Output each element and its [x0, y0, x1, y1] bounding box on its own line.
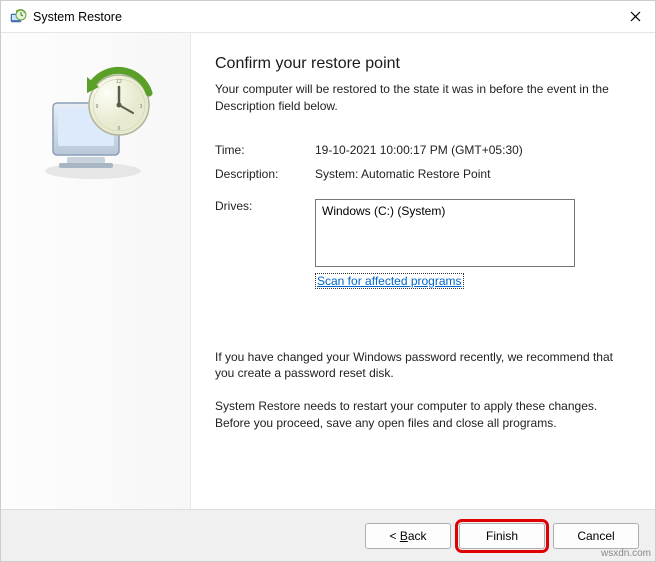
- time-label: Time:: [215, 143, 315, 157]
- drives-label: Drives:: [215, 199, 315, 267]
- cancel-button[interactable]: Cancel: [553, 523, 639, 549]
- svg-text:3: 3: [139, 104, 142, 110]
- time-value: 19-10-2021 10:00:17 PM (GMT+05:30): [315, 143, 523, 157]
- page-subtext: Your computer will be restored to the st…: [215, 81, 631, 115]
- description-row: Description: System: Automatic Restore P…: [215, 167, 631, 181]
- back-button[interactable]: < Back: [365, 523, 451, 549]
- finish-button[interactable]: Finish: [459, 523, 545, 549]
- titlebar: System Restore: [1, 1, 655, 33]
- svg-text:12: 12: [116, 79, 122, 85]
- watermark: wsxdn.com: [601, 548, 651, 559]
- password-note: If you have changed your Windows passwor…: [215, 349, 631, 383]
- time-row: Time: 19-10-2021 10:00:17 PM (GMT+05:30): [215, 143, 631, 157]
- restart-note: System Restore needs to restart your com…: [215, 398, 631, 432]
- system-restore-icon: [9, 8, 27, 26]
- content-area: 12 3 6 9 Confirm your restore point Your c…: [1, 33, 655, 509]
- page-heading: Confirm your restore point: [215, 55, 631, 73]
- drive-item[interactable]: Windows (C:) (System): [322, 204, 568, 218]
- scan-affected-programs-link[interactable]: Scan for affected programs: [315, 273, 464, 289]
- button-bar: < Back Finish Cancel: [1, 509, 655, 561]
- system-restore-hero-icon: 12 3 6 9: [31, 63, 161, 183]
- drives-listbox[interactable]: Windows (C:) (System): [315, 199, 575, 267]
- drives-row: Drives: Windows (C:) (System): [215, 199, 631, 267]
- svg-text:9: 9: [95, 104, 98, 110]
- description-value: System: Automatic Restore Point: [315, 167, 490, 181]
- description-label: Description:: [215, 167, 315, 181]
- sidebar: 12 3 6 9: [1, 33, 191, 509]
- main-panel: Confirm your restore point Your computer…: [191, 33, 655, 509]
- window-title: System Restore: [33, 10, 615, 24]
- svg-text:6: 6: [117, 126, 120, 132]
- close-button[interactable]: [615, 1, 655, 33]
- close-icon: [630, 11, 641, 22]
